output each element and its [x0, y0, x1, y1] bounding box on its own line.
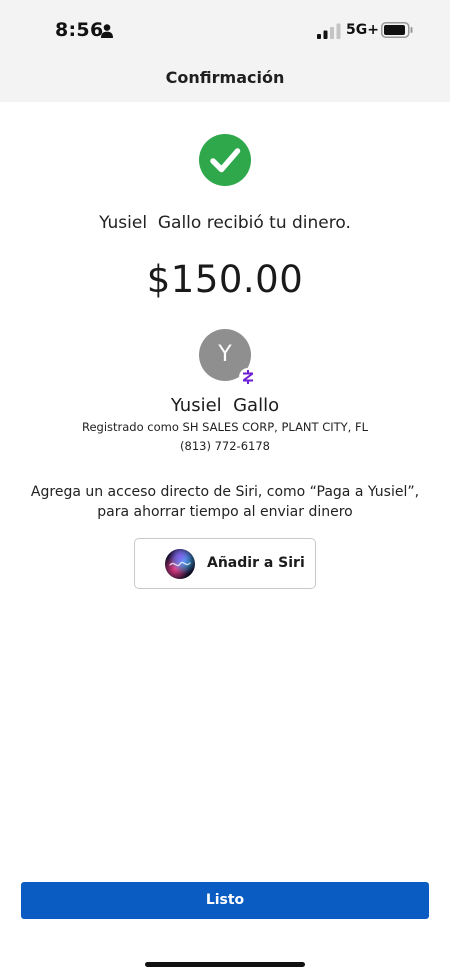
siri-icon — [165, 549, 195, 579]
recipient-name: Yusiel Gallo — [170, 395, 280, 416]
add-to-siri-button[interactable]: Añadir a Siri — [134, 538, 316, 589]
status-time: 8:56 — [55, 19, 104, 41]
zelle-badge — [239, 368, 257, 386]
signal-icon — [317, 23, 341, 39]
recipient-registration: Registrado como SH SALES CORP, PLANT CIT… — [81, 420, 369, 434]
person-icon — [101, 24, 113, 38]
network-indicator: 5G+ — [346, 22, 379, 38]
top-area: 8:56 5G+ Confirmación — [0, 0, 450, 102]
status-bar: 8:56 5G+ — [0, 0, 450, 58]
zelle-icon — [243, 370, 253, 384]
battery-icon — [381, 22, 413, 38]
page-title: Confirmación — [165, 68, 285, 87]
home-indicator[interactable] — [145, 962, 305, 967]
done-button[interactable]: Listo — [21, 882, 429, 919]
confirmation-message: Yusiel Gallo recibió tu dinero. — [99, 213, 351, 233]
recipient-phone: (813) 772-6178 — [180, 439, 270, 453]
siri-prompt: Agrega un acceso directo de Siri, como “… — [30, 484, 420, 520]
amount: $150.00 — [146, 258, 304, 301]
add-to-siri-label: Añadir a Siri — [207, 555, 305, 571]
checkmark-icon — [199, 134, 251, 186]
